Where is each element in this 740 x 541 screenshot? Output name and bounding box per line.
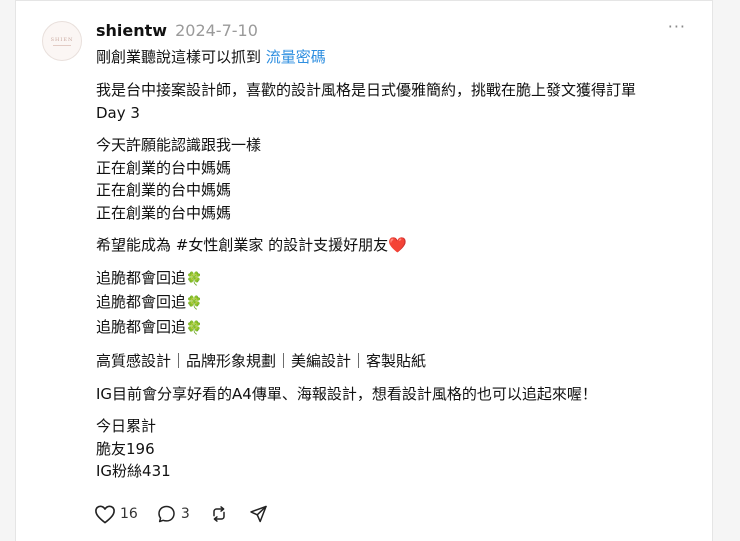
text-line: IG目前會分享好看的A4傳單、海報設計，想看設計風格的也可以追起來喔！: [96, 384, 597, 403]
text-line: 我是台中接案設計師，喜歡的設計風格是日式優雅簡約，挑戰在脆上發文獲得訂單: [96, 81, 637, 99]
text-line: IG粉絲431: [96, 462, 171, 480]
reply-button[interactable]: 3: [156, 504, 190, 524]
text-line: 高質感設計｜品牌形象規劃｜美編設計｜客製貼紙: [96, 352, 427, 370]
post-card: SHIEN shientw 2024-7-10 ··· 剛創業聽說這樣可以抓到 …: [15, 0, 713, 541]
text-line: 正在創業的台中媽媽: [96, 203, 232, 222]
clover-emoji-icon: 🍀: [186, 271, 203, 287]
text-line: 追脆都會回追🍀: [96, 267, 696, 292]
action-bar: 16 3: [94, 504, 287, 524]
text-line: 追脆都會回追🍀: [96, 291, 696, 316]
avatar-logo-divider: [53, 44, 71, 46]
hope-text: 希望能成為 #女性創業家 的設計支援好朋友: [96, 236, 389, 254]
like-count: 16: [120, 506, 138, 522]
reply-count: 3: [180, 506, 190, 522]
clover-emoji-icon: 🍀: [186, 320, 203, 336]
avatar-logo-text: SHIEN: [50, 36, 74, 43]
paragraph-ig: IG目前會分享好看的A4傳單、海報設計，想看設計風格的也可以追起來喔！: [96, 383, 696, 406]
paragraph-stats: 今日累計 脆友196 IG粉絲431: [96, 415, 696, 483]
paragraph-hope: 希望能成為 #女性創業家 的設計支援好朋友❤️: [96, 234, 696, 257]
text-line: 追脆都會回追🍀: [96, 316, 696, 341]
follow-text: 追脆都會回追: [96, 268, 187, 287]
heart-icon: [95, 505, 115, 524]
heart-emoji-icon: ❤️: [388, 236, 407, 254]
topic-line: 剛創業聽說這樣可以抓到 流量密碼: [96, 47, 326, 67]
text-line: 正在創業的台中媽媽: [96, 181, 232, 199]
post-header: shientw 2024-7-10: [96, 19, 258, 41]
text-line: 今天許願能認識跟我一樣: [96, 136, 262, 154]
paragraph-follow: 追脆都會回追🍀 追脆都會回追🍀 追脆都會回追🍀: [96, 267, 696, 341]
topic-tag-link[interactable]: 流量密碼: [266, 48, 326, 66]
text-line: 正在創業的台中媽媽: [96, 158, 232, 177]
send-icon: [250, 505, 267, 523]
text-line: Day 3: [96, 103, 140, 122]
username[interactable]: shientw: [96, 21, 167, 40]
paragraph-wish: 今天許願能認識跟我一樣 正在創業的台中媽媽 正在創業的台中媽媽 正在創業的台中媽…: [96, 134, 696, 224]
like-button[interactable]: 16: [94, 504, 138, 524]
repost-icon: [213, 506, 225, 522]
paragraph-services: 高質感設計｜品牌形象規劃｜美編設計｜客製貼紙: [96, 350, 696, 373]
clover-emoji-icon: 🍀: [186, 296, 203, 311]
comment-icon: [158, 505, 175, 523]
text-line: 希望能成為 #女性創業家 的設計支援好朋友❤️: [96, 234, 696, 257]
more-options-icon[interactable]: ···: [668, 17, 686, 36]
post-date[interactable]: 2024-7-10: [175, 21, 258, 40]
topic-prefix: 剛創業聽說這樣可以抓到: [96, 48, 262, 66]
avatar[interactable]: SHIEN: [42, 21, 82, 61]
follow-text: 追脆都會回追: [96, 293, 187, 311]
repost-button[interactable]: [208, 504, 230, 524]
text-line: 脆友196: [96, 439, 155, 458]
paragraph-intro: 我是台中接案設計師，喜歡的設計風格是日式優雅簡約，挑戰在脆上發文獲得訂單 Day…: [96, 79, 696, 124]
share-button[interactable]: [248, 504, 269, 524]
text-line: 今日累計: [96, 417, 157, 435]
follow-text: 追脆都會回追: [96, 317, 187, 336]
post-body: 我是台中接案設計師，喜歡的設計風格是日式優雅簡約，挑戰在脆上發文獲得訂單 Day…: [96, 79, 696, 493]
